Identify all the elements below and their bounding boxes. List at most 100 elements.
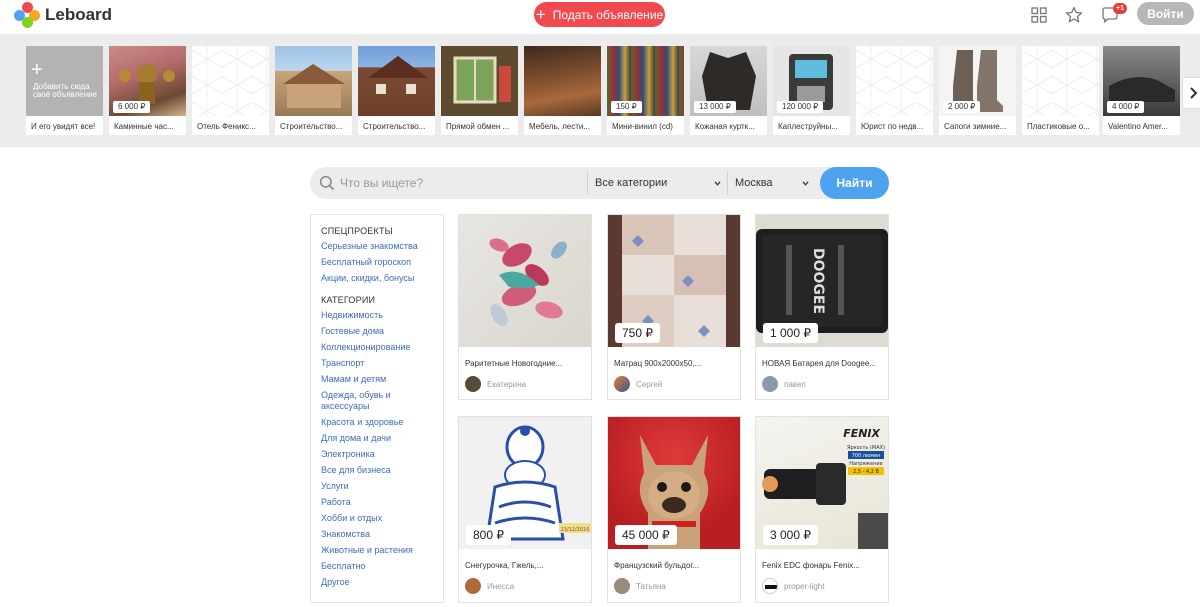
app-root: Leboard + Подать объявление +1 Войти + Д… [0,0,1200,607]
sidebar-item-animals-plants[interactable]: Животные и растения [321,545,439,556]
product-card[interactable]: 750 ₽ Матрац 900х2000х50,... Сергей [607,214,741,400]
strip-item-caption: Сапоги зимние... [944,122,1007,131]
strip-item-price: 13 000 ₽ [694,101,736,113]
sidebar-item-moms-kids[interactable]: Мамам и детям [321,374,439,385]
sidebar-item-transport[interactable]: Транспорт [321,358,439,369]
strip-item[interactable]: Пластиковые о... [1022,46,1099,135]
seller-avatar [762,578,778,594]
strip-item-price: 6 000 ₽ [113,101,151,113]
seller-avatar [465,578,481,594]
sidebar-item-real-estate[interactable]: Недвижимость [321,310,439,321]
header: Leboard + Подать объявление +1 Войти [0,0,1200,32]
strip-item-photo [441,46,518,116]
strip-item-caption: Строительство... [280,122,343,131]
sidebar-item-home-garden[interactable]: Для дома и дачи [321,433,439,444]
seller-avatar [762,376,778,392]
sidebar-item-jobs[interactable]: Работа [321,497,439,508]
strip-item[interactable]: 150 ₽ Мини-винил (cd) [607,46,684,135]
strip-item[interactable]: 120 000 ₽ Каплеструйны... [773,46,850,135]
product-card[interactable]: 45 000 ₽ Французский бульдог... Татьяна [607,416,741,603]
product-card[interactable]: DOOGEE 1 000 ₽ НОВАЯ Батарея для Doogee.… [755,214,889,400]
sidebar-item-other[interactable]: Другое [321,577,439,588]
sidebar-item-collecting[interactable]: Коллекционирование [321,342,439,353]
sidebar-item-clothing[interactable]: Одежда, обувь и аксессуары [321,390,417,412]
strip-item[interactable]: Прямой обмен ... [441,46,518,135]
sidebar-item-hobbies[interactable]: Хобби и отдых [321,513,439,524]
sidebar-item-business[interactable]: Все для бизнеса [321,465,439,476]
strip-item-photo [1022,46,1099,116]
strip-item[interactable]: Строительство... [358,46,435,135]
strip-item-caption: Строительство... [363,122,426,131]
search-button[interactable]: Найти [820,167,889,199]
product-title: Снегурочка, Гжель,... [465,561,544,570]
carousel-next-button[interactable] [1182,77,1200,109]
add-listing-thumb: + Добавить сюда своё объявление [26,46,103,116]
product-card[interactable]: 23/12/2016 800 ₽ Снегурочка, Гжель,... И… [458,416,592,603]
fenix-brand-text: FENIX [843,427,880,440]
sidebar-item-electronics[interactable]: Электроника [321,449,439,460]
strip-item[interactable]: 2 000 ₽ Сапоги зимние... [939,46,1016,135]
sidebar-item-services[interactable]: Услуги [321,481,439,492]
strip-item-caption: Мини-винил (cd) [612,122,673,131]
strip-item-caption: Мебель, лести... [529,122,590,131]
sidebar-link-dating-serious[interactable]: Серьезные знакомства [321,241,439,252]
sidebar-item-guest-houses[interactable]: Гостевые дома [321,326,439,337]
seller-name: Татьяна [636,582,666,591]
chevron-down-icon [802,181,809,186]
strip-item-caption: Valentino Amer... [1108,122,1168,131]
seller-name: Инесса [487,582,515,591]
product-price: 750 ₽ [615,323,660,343]
seller-name: proper-light [784,582,825,591]
strip-item[interactable]: 6 000 ₽ Каминные час... [109,46,186,135]
logo[interactable]: Leboard [14,2,112,28]
plus-icon: + [31,59,43,81]
strip-item[interactable]: Мебель, лести... [524,46,601,135]
category-select[interactable]: Все категории [587,171,727,195]
category-select-value: Все категории [595,177,668,189]
messages-badge: +1 [1113,3,1127,14]
login-button[interactable]: Войти [1137,2,1194,25]
strip-item-caption: Каплеструйны... [778,122,838,131]
logo-icon [14,2,40,28]
battery-brand-text: DOOGEE [810,248,826,314]
sidebar-link-horoscope[interactable]: Бесплатный гороскоп [321,257,439,268]
category-sidebar: СПЕЦПРОЕКТЫ Серьезные знакомства Бесплат… [310,214,444,603]
add-listing-card[interactable]: + Добавить сюда своё объявление И его ув… [26,46,103,135]
product-card[interactable]: FENIX Яркость (MAX) 700 люмен Напряжение… [755,416,889,603]
sidebar-link-promotions[interactable]: Акции, скидки, бонусы [321,273,439,284]
star-icon[interactable] [1064,5,1084,25]
special-projects-heading: СПЕЦПРОЕКТЫ [321,226,393,236]
sidebar-item-beauty[interactable]: Красота и здоровье [321,417,439,428]
sidebar-item-free[interactable]: Бесплатно [321,561,439,572]
post-ad-label: Подать объявление [552,7,664,22]
fenix-spec-line: 2,5 - 4,2 В [853,469,879,475]
strip-item-caption: Прямой обмен ... [446,122,510,131]
search-input[interactable] [340,171,586,195]
city-select[interactable]: Москва [727,171,815,195]
post-ad-button[interactable]: + Подать объявление [534,2,665,27]
strip-item[interactable]: 4 000 ₽ Valentino Amer... [1103,46,1180,135]
seller-avatar [614,376,630,392]
strip-item-photo [275,46,352,116]
product-card[interactable]: Раритетные Новогодние... Екатерина [458,214,592,400]
sidebar-item-dating[interactable]: Знакомства [321,529,439,540]
fenix-spec-line: 700 люмен [852,453,881,459]
add-listing-caption: И его увидят все! [31,122,96,131]
strip-item-price: 150 ₽ [611,101,642,113]
strip-item-caption: Отель Феникс... [197,122,256,131]
strip-item-caption: Пластиковые о... [1027,122,1090,131]
strip-item[interactable]: 13 000 ₽ Кожаная куртк... [690,46,767,135]
strip-item-caption: Кожаная куртк... [695,122,755,131]
product-title: Раритетные Новогодние... [465,359,563,368]
strip-item[interactable]: Отель Феникс... [192,46,269,135]
seller-name: Екатерина [487,380,527,389]
product-price: 800 ₽ [466,525,511,545]
strip-item[interactable]: Юрист по недв... [856,46,933,135]
fenix-spec-line: Яркость (MAX) [847,445,885,451]
strip-item[interactable]: Строительство... [275,46,352,135]
product-title: Fenix EDC фонарь Fenix... [762,561,860,570]
strip-item-price: 2 000 ₽ [943,101,981,113]
strip-item-photo [524,46,601,116]
search-icon [319,175,335,191]
grid-icon[interactable] [1029,5,1049,25]
